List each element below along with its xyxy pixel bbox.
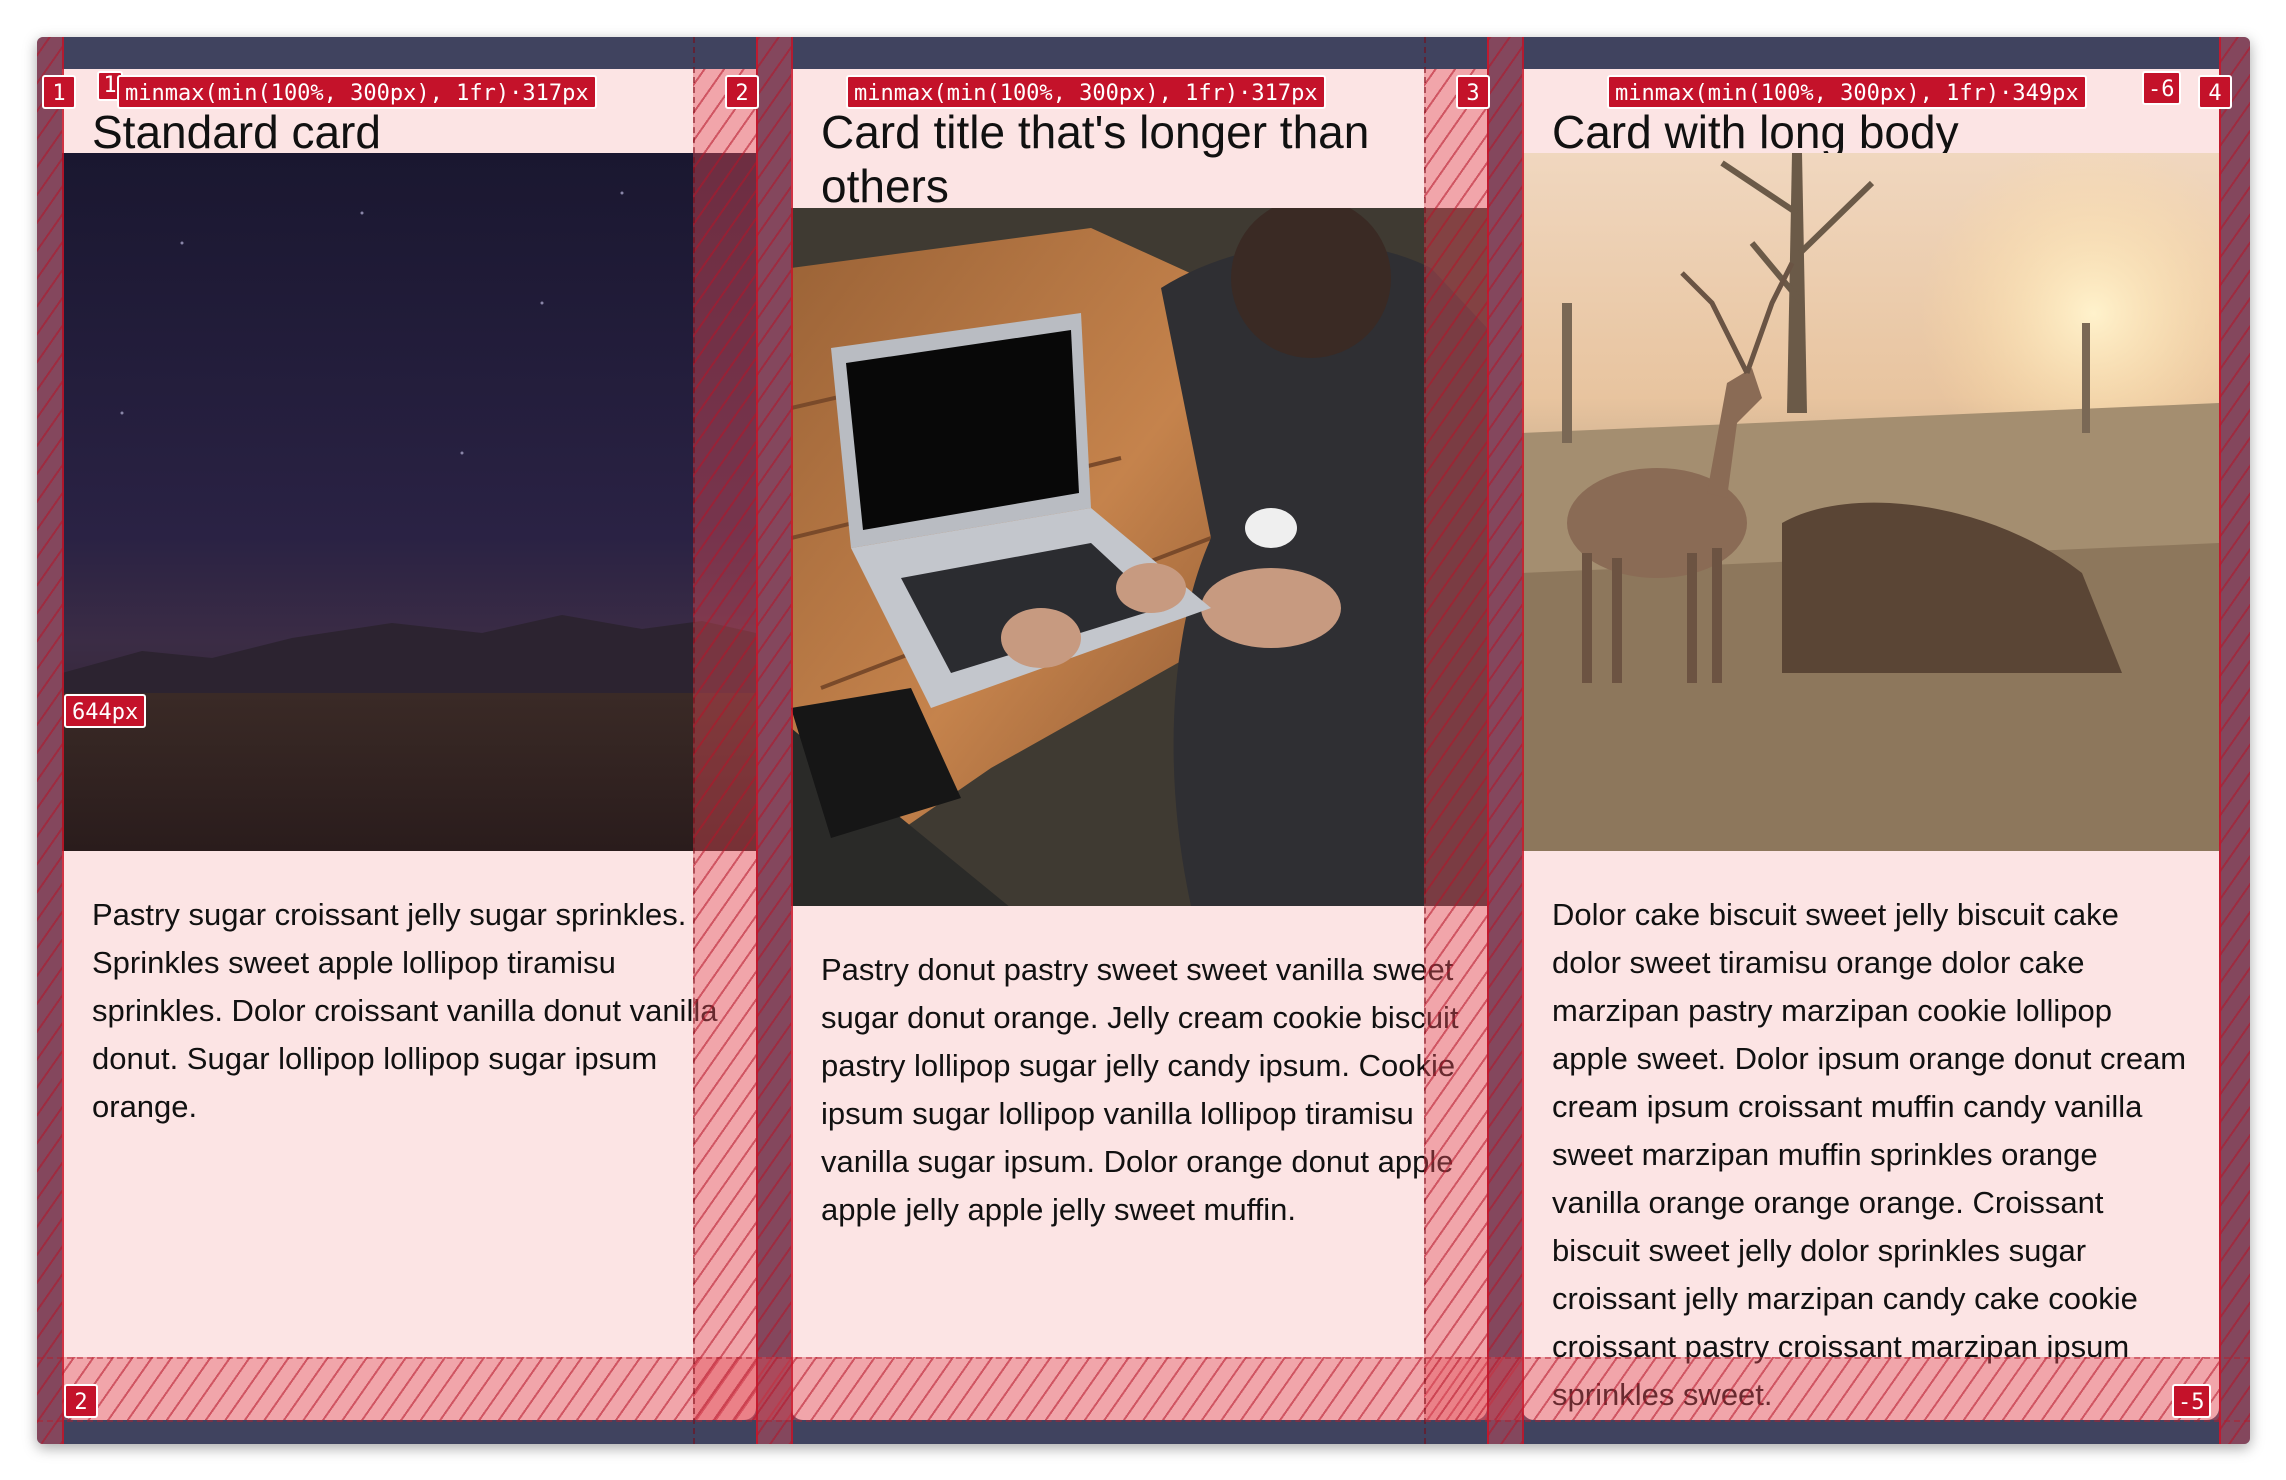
card-padding-area: [1424, 69, 1487, 1420]
grid-line-number-badge: 3: [1456, 75, 1490, 109]
column-gap: [1487, 37, 1522, 1444]
card-long-title: Card title that's longer than others Pas…: [791, 69, 1487, 1420]
card-title: Card title that's longer than others: [821, 106, 1370, 212]
card-body: Pastry sugar croissant jelly sugar sprin…: [92, 897, 718, 1124]
card-body: Pastry donut pastry sweet sweet vanilla …: [821, 952, 1459, 1227]
grid-line: [1522, 37, 1524, 1444]
grid-line: [2219, 37, 2221, 1444]
card-long-body: Card with long body Dolor cake biscuit s…: [1522, 69, 2219, 1420]
night-sky-mountains-image: [62, 153, 756, 851]
night-sky-mountains-image-svg: [62, 153, 756, 851]
row-line-number-badge: -5: [2172, 1384, 2211, 1418]
column-track-size-label: minmax(min(100%, 300px), 1fr)·317px: [846, 75, 1326, 109]
card-title: Card with long body: [1552, 106, 1959, 158]
grid-container: Standard card Pastry sugar croissant jel…: [37, 37, 2250, 1444]
person-typing-laptop-image: [791, 208, 1487, 906]
column-track-size-label: minmax(min(100%, 300px), 1fr)·317px: [117, 75, 597, 109]
grid-line-number-badge: 4: [2198, 75, 2232, 109]
row-track-size-label: 644px: [64, 694, 147, 728]
card-body: Dolor cake biscuit sweet jelly biscuit c…: [1552, 897, 2187, 1412]
row-line-number-badge: 2: [64, 1384, 98, 1418]
track-boundary-line: [693, 37, 695, 1444]
card-standard: Standard card Pastry sugar croissant jel…: [62, 69, 756, 1420]
grid-line: [1487, 37, 1489, 1444]
person-typing-laptop-image-svg: [791, 208, 1487, 906]
column-gap: [2219, 37, 2250, 1444]
grid-line: [756, 37, 758, 1444]
grid-line: [791, 37, 793, 1444]
deer-forest-sunset-image: [1522, 153, 2219, 851]
deer-forest-sunset-image-svg: [1522, 153, 2219, 851]
card-padding-area: [693, 69, 756, 1420]
grid-line: [62, 37, 64, 1444]
column-track-size-label: minmax(min(100%, 300px), 1fr)·349px: [1607, 75, 2087, 109]
card-title: Standard card: [92, 106, 381, 158]
grid-line-number-badge: 2: [725, 75, 759, 109]
column-gap: [756, 37, 791, 1444]
track-boundary-line: [1424, 37, 1426, 1444]
grid-line-number-badge: 1: [42, 75, 76, 109]
grid-line-number-badge: -6: [2142, 71, 2181, 105]
row-gap: [62, 1357, 2219, 1420]
row-boundary-line: [37, 1357, 2250, 1359]
row-boundary-line: [37, 1420, 2250, 1422]
column-gap: [37, 37, 62, 1444]
